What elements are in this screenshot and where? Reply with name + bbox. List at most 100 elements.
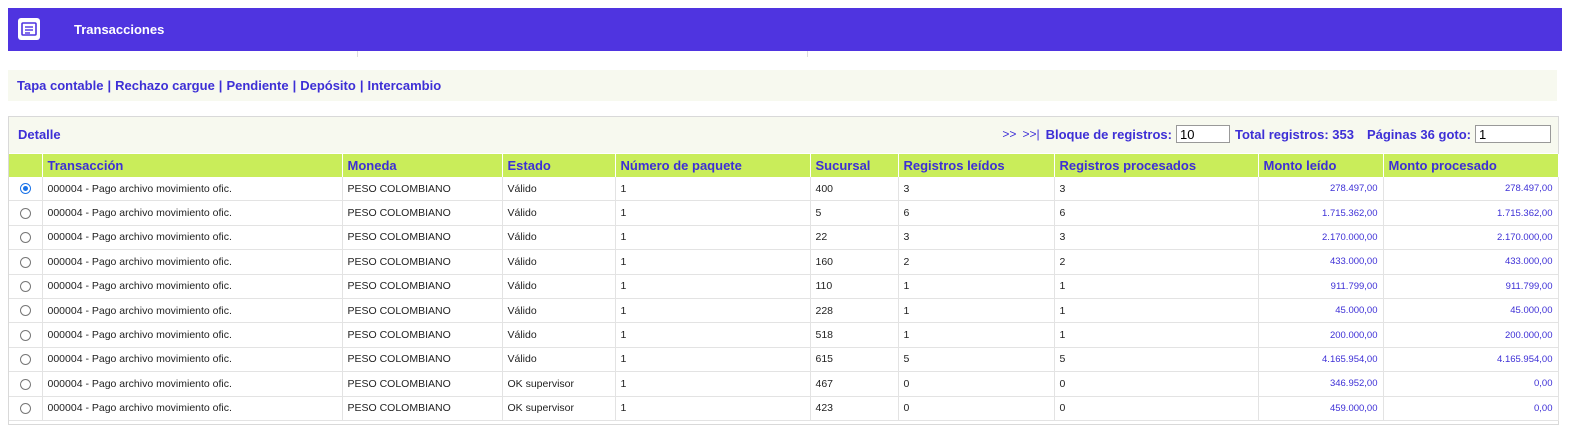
table-cell: 1.715.362,00 xyxy=(1383,200,1559,226)
table-cell: PESO COLOMBIANO xyxy=(342,274,503,299)
link-separator: | xyxy=(107,78,112,93)
row-radio-button[interactable] xyxy=(19,378,31,390)
table-cell: 0 xyxy=(1054,371,1259,397)
table-cell: 45.000,00 xyxy=(1383,298,1559,324)
last-page-button[interactable]: >>| xyxy=(1022,127,1039,141)
detail-panel: Detalle >> >>| Bloque de registros: Tota… xyxy=(8,116,1559,425)
table-cell: 4.165.954,00 xyxy=(1258,347,1384,373)
table-cell: 2.170.000,00 xyxy=(1383,225,1559,251)
table-row[interactable]: 000004 - Pago archivo movimiento ofic. PE… xyxy=(9,347,1559,373)
table-cell: 1 xyxy=(615,347,811,373)
row-select-cell xyxy=(9,249,43,275)
table-cell: 433.000,00 xyxy=(1258,249,1384,275)
table-cell: 459.000,00 xyxy=(1258,396,1384,421)
row-radio-button[interactable] xyxy=(19,354,31,366)
table-cell: 0 xyxy=(1054,396,1259,421)
column-header: Transacción xyxy=(42,154,343,177)
table-cell: Válido xyxy=(502,249,616,275)
table-cell: Válido xyxy=(502,347,616,373)
table-row[interactable]: 000004 - Pago archivo movimiento ofic. PE… xyxy=(9,200,1559,226)
table-body: 000004 - Pago archivo movimiento ofic. PE… xyxy=(9,177,1559,421)
row-radio-button[interactable] xyxy=(19,402,31,414)
table-row[interactable]: 000004 - Pago archivo movimiento ofic. PE… xyxy=(9,298,1559,324)
app-header: Transacciones xyxy=(8,8,1562,51)
table-cell: 0,00 xyxy=(1383,371,1559,397)
table-cell: Válido xyxy=(502,200,616,226)
row-radio-button[interactable] xyxy=(19,305,31,317)
table-cell: 000004 - Pago archivo movimiento ofic. xyxy=(42,298,343,324)
block-size-input[interactable] xyxy=(1176,125,1230,143)
table-cell: Válido xyxy=(502,177,616,202)
table-cell: 433.000,00 xyxy=(1383,249,1559,275)
table-cell: 1 xyxy=(1054,274,1259,299)
row-radio-button[interactable] xyxy=(19,183,31,195)
table-row[interactable]: 000004 - Pago archivo movimiento ofic. PE… xyxy=(9,322,1559,348)
report-link[interactable]: Tapa contable xyxy=(17,78,103,93)
table-cell: 467 xyxy=(810,371,899,397)
link-separator: | xyxy=(218,78,223,93)
table-cell: 1.715.362,00 xyxy=(1258,200,1384,226)
table-cell: 0 xyxy=(898,371,1055,397)
table-cell: 1 xyxy=(898,274,1055,299)
table-cell: 423 xyxy=(810,396,899,421)
goto-page-input[interactable] xyxy=(1475,125,1551,143)
table-row[interactable]: 000004 - Pago archivo movimiento ofic. PE… xyxy=(9,249,1559,275)
table-cell: 000004 - Pago archivo movimiento ofic. xyxy=(42,322,343,348)
column-header: Registros leídos xyxy=(898,154,1055,177)
table-cell: 110 xyxy=(810,274,899,299)
page-title: Transacciones xyxy=(74,22,165,37)
row-select-cell xyxy=(9,298,43,324)
table-cell: 6 xyxy=(898,200,1055,226)
link-separator: | xyxy=(359,78,364,93)
report-link[interactable]: Depósito xyxy=(300,78,356,93)
row-select-cell xyxy=(9,274,43,299)
report-link[interactable]: Intercambio xyxy=(367,78,441,93)
table-cell: 228 xyxy=(810,298,899,324)
table-cell: 1 xyxy=(615,298,811,324)
row-radio-button[interactable] xyxy=(19,232,31,244)
table-cell: PESO COLOMBIANO xyxy=(342,322,503,348)
table-cell: 278.497,00 xyxy=(1383,177,1559,202)
row-radio-button[interactable] xyxy=(19,280,31,292)
pages-goto-label: Páginas 36 goto: xyxy=(1366,126,1471,142)
table-cell: 200.000,00 xyxy=(1258,322,1384,348)
table-cell: Válido xyxy=(502,225,616,251)
table-cell: 000004 - Pago archivo movimiento ofic. xyxy=(42,371,343,397)
table-cell: 1 xyxy=(615,200,811,226)
next-page-button[interactable]: >> xyxy=(1002,127,1016,141)
table-cell: 5 xyxy=(810,200,899,226)
table-cell: 1 xyxy=(898,298,1055,324)
row-select-cell xyxy=(9,371,43,397)
report-link[interactable]: Rechazo cargue xyxy=(115,78,215,93)
table-cell: 3 xyxy=(1054,225,1259,251)
row-radio-button[interactable] xyxy=(19,256,31,268)
table-cell: 1 xyxy=(615,322,811,348)
table-cell: 000004 - Pago archivo movimiento ofic. xyxy=(42,347,343,373)
row-radio-button[interactable] xyxy=(19,207,31,219)
row-radio-button[interactable] xyxy=(19,329,31,341)
table-cell: 000004 - Pago archivo movimiento ofic. xyxy=(42,396,343,421)
table-row[interactable]: 000004 - Pago archivo movimiento ofic. PE… xyxy=(9,274,1559,299)
table-row[interactable]: 000004 - Pago archivo movimiento ofic. PE… xyxy=(9,177,1559,202)
table-cell: 5 xyxy=(898,347,1055,373)
table-cell: PESO COLOMBIANO xyxy=(342,298,503,324)
row-select-cell xyxy=(9,347,43,373)
table-cell: 1 xyxy=(1054,322,1259,348)
table-row[interactable]: 000004 - Pago archivo movimiento ofic. PE… xyxy=(9,371,1559,397)
table-cell: 000004 - Pago archivo movimiento ofic. xyxy=(42,225,343,251)
table-cell: 911.799,00 xyxy=(1258,274,1384,299)
divider xyxy=(8,51,358,57)
total-records-label: Total registros: 353 xyxy=(1235,126,1354,142)
report-link[interactable]: Pendiente xyxy=(226,78,288,93)
table-cell: 1 xyxy=(615,177,811,202)
table-cell: 200.000,00 xyxy=(1383,322,1559,348)
block-size-label: Bloque de registros: xyxy=(1045,126,1172,142)
table-cell: 2 xyxy=(898,249,1055,275)
table-cell: OK supervisor xyxy=(502,396,616,421)
select-column-header xyxy=(9,154,43,177)
table-row[interactable]: 000004 - Pago archivo movimiento ofic. PE… xyxy=(9,396,1559,421)
table-cell: OK supervisor xyxy=(502,371,616,397)
table-cell: PESO COLOMBIANO xyxy=(342,249,503,275)
document-list-icon xyxy=(18,18,40,40)
table-row[interactable]: 000004 - Pago archivo movimiento ofic. PE… xyxy=(9,225,1559,251)
